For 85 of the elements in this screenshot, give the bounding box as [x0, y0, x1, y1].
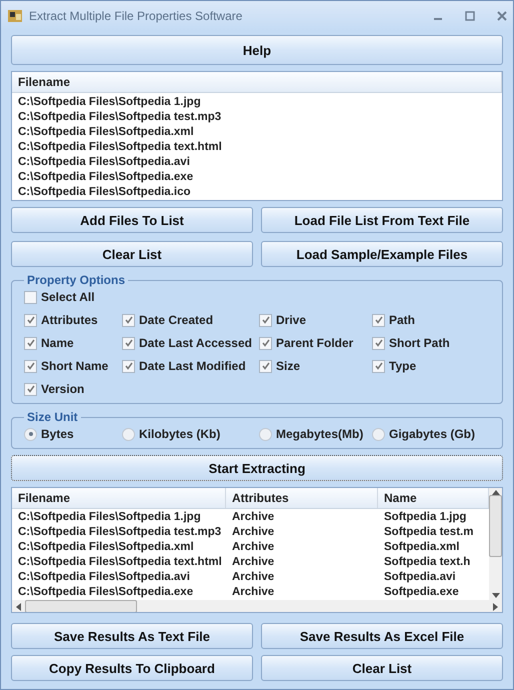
radio-label: Gigabytes (Gb): [389, 427, 476, 441]
file-path[interactable]: C:\Softpedia Files\Softpedia test.mp3: [12, 110, 502, 125]
table-cell-text: Archive: [231, 510, 276, 525]
checkbox-label: Date Created: [139, 313, 214, 327]
file-path[interactable]: C:\Softpedia Files\Softpedia 1.jpg: [12, 95, 502, 110]
table-cell-text: C:\Softpedia Files\Softpedia 1.jpg: [17, 510, 202, 525]
action-button[interactable]: Copy Results To Clipboard: [11, 655, 253, 681]
file-path[interactable]: C:\Softpedia Files\Softpedia.avi: [12, 155, 502, 170]
checkbox[interactable]: [372, 314, 385, 326]
checkbox[interactable]: [24, 314, 37, 326]
action-button[interactable]: Save Results As Excel File: [261, 623, 503, 649]
column-header[interactable]: Filename: [12, 488, 226, 508]
action-button[interactable]: Clear List: [261, 655, 503, 681]
table-cell-text: Softpedia text.h: [383, 555, 472, 570]
checkbox-label: Parent Folder: [276, 336, 354, 350]
radio-button[interactable]: [24, 428, 37, 440]
radio-label: Kilobytes (Kb): [139, 427, 220, 441]
checkbox-label: Attributes: [41, 313, 98, 327]
table-cell-text: C:\Softpedia Files\Softpedia.xml: [17, 540, 195, 555]
table-cell-text: C:\Softpedia Files\Softpedia.exe: [17, 585, 194, 600]
action-button[interactable]: Save Results As Text File: [11, 623, 253, 649]
vertical-scrollbar[interactable]: [489, 488, 502, 600]
checkbox[interactable]: [372, 360, 385, 372]
scroll-right-icon[interactable]: [493, 602, 498, 610]
table-cell-text: Softpedia test.m: [383, 525, 474, 540]
checkbox[interactable]: [259, 314, 272, 326]
file-path[interactable]: C:\Softpedia Files\Softpedia.exe: [12, 170, 502, 185]
table-cell-text: Archive: [231, 585, 276, 600]
checkbox[interactable]: [24, 336, 37, 350]
radio-label: Bytes: [41, 427, 74, 441]
file-path[interactable]: C:\Softpedia Files\Softpedia.xml: [12, 125, 502, 140]
table-cell-text: C:\Softpedia Files\Softpedia test.mp3: [17, 525, 222, 540]
radio-button[interactable]: [259, 428, 272, 440]
action-button[interactable]: Load File List From Text File: [261, 207, 503, 233]
checkbox[interactable]: [122, 314, 135, 326]
radio-label: Megabytes(Mb): [276, 427, 364, 441]
action-button[interactable]: Load Sample/Example Files: [261, 241, 503, 267]
group-title: Size Unit: [26, 410, 79, 424]
table-cell-text: Archive: [231, 555, 276, 570]
checkbox-label: Drive: [276, 313, 306, 327]
table-cell-text: Softpedia.exe: [383, 585, 460, 600]
checkbox[interactable]: [122, 336, 135, 350]
column-header[interactable]: Attributes: [226, 488, 378, 508]
checkbox-label: Short Name: [41, 359, 108, 373]
checkbox[interactable]: [122, 360, 135, 372]
checkbox-label: Version: [41, 382, 84, 396]
checkbox[interactable]: [24, 382, 37, 396]
checkbox-label: Path: [389, 313, 416, 327]
maximize-icon[interactable]: [465, 11, 475, 21]
radio-button[interactable]: [372, 428, 385, 440]
checkbox[interactable]: [24, 290, 37, 304]
table-cell-text: Archive: [231, 540, 276, 555]
checkbox[interactable]: [259, 336, 272, 350]
checkbox-label: Date Last Accessed: [139, 336, 252, 350]
table-cell-text: Archive: [231, 570, 276, 585]
horizontal-scrollbar[interactable]: [12, 600, 502, 612]
checkbox-label: Select All: [41, 290, 95, 304]
checkbox-label: Type: [389, 359, 416, 373]
close-icon[interactable]: [497, 11, 507, 21]
start-button[interactable]: Start Extracting: [11, 455, 503, 481]
table-cell-text: C:\Softpedia Files\Softpedia text.html: [17, 555, 223, 570]
scroll-down-icon[interactable]: [492, 593, 500, 598]
table-cell-text: C:\Softpedia Files\Softpedia.avi: [17, 570, 191, 585]
window-title: Extract Multiple File Properties Software: [29, 9, 244, 23]
action-button[interactable]: Add Files To List: [11, 207, 253, 233]
checkbox-label: Date Last Modified: [139, 359, 246, 373]
table-cell-text: Softpedia.xml: [383, 540, 460, 555]
scroll-left-icon[interactable]: [16, 602, 21, 610]
column-header[interactable]: Filename: [12, 72, 502, 92]
file-path[interactable]: C:\Softpedia Files\Softpedia text.html: [12, 140, 502, 155]
checkbox-label: Short Path: [389, 336, 450, 350]
action-button[interactable]: Clear List: [11, 241, 253, 267]
table-cell-text: Softpedia 1.jpg: [383, 510, 468, 525]
app-icon: [7, 8, 23, 24]
table-cell-text: Softpedia.avi: [383, 570, 457, 585]
checkbox[interactable]: [372, 336, 385, 350]
checkbox-label: Size: [276, 359, 300, 373]
table-cell-text: Archive: [231, 525, 276, 540]
checkbox-label: Name: [41, 336, 74, 350]
checkbox[interactable]: [259, 360, 272, 372]
checkbox[interactable]: [24, 360, 37, 372]
file-path[interactable]: C:\Softpedia Files\Softpedia.ico: [12, 185, 502, 200]
group-title: Property Options: [26, 273, 126, 287]
radio-button[interactable]: [122, 428, 135, 440]
help-button[interactable]: Help: [11, 35, 503, 65]
